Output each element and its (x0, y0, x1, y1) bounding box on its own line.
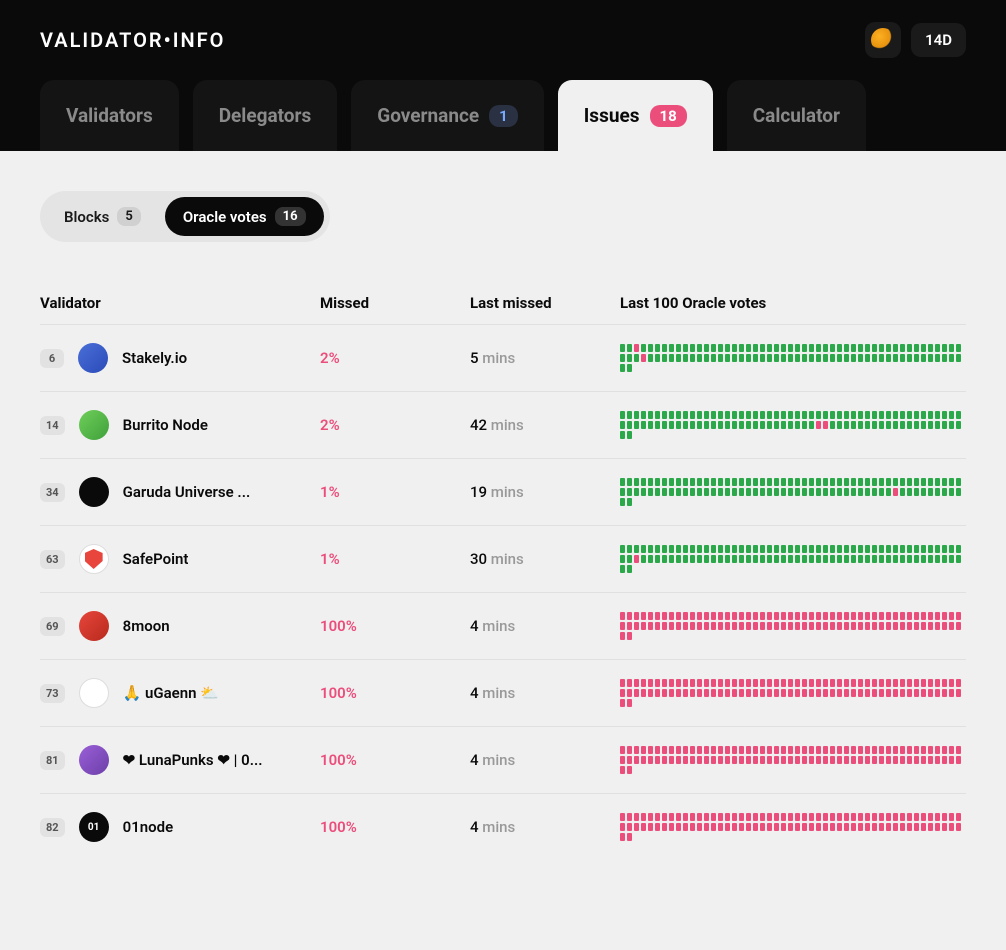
validator-name: Burrito Node (123, 416, 208, 434)
validator-cell: 82 01 01node (40, 812, 320, 842)
avatar (79, 544, 109, 574)
sub-tab-label: Blocks (64, 208, 109, 226)
table-header: Validator Missed Last missed Last 100 Or… (40, 282, 966, 324)
rank-badge: 63 (40, 550, 65, 569)
table-body: 6Stakely.io2%5 mins14Burrito Node2%42 mi… (40, 324, 966, 860)
validator-cell: 73 🙏 uGaenn ⛅ (40, 678, 320, 708)
rank-badge: 14 (40, 416, 65, 435)
validator-name: SafePoint (123, 550, 189, 568)
validator-cell: 63 SafePoint (40, 544, 320, 574)
validator-cell: 6 Stakely.io (40, 343, 320, 373)
tab-delegators[interactable]: Delegators (193, 80, 338, 151)
validator-cell: 14 Burrito Node (40, 410, 320, 440)
tab-issues[interactable]: Issues 18 (558, 80, 713, 151)
validator-cell: 34 Garuda Universe ... (40, 477, 320, 507)
rank-badge: 6 (40, 349, 64, 368)
last-missed-value: 4 mins (470, 818, 620, 836)
validator-name: ❤ LunaPunks ❤ | 0... (123, 751, 263, 769)
main-tabs: Validators Delegators Governance 1 Issues 18 C… (40, 80, 966, 151)
oracle-votes (620, 813, 966, 841)
table-row[interactable]: 6 Stakely.io 2%5 mins (40, 324, 966, 391)
col-votes: Last 100 Oracle votes (620, 294, 966, 312)
last-missed-value: 4 mins (470, 751, 620, 769)
tab-calculator[interactable]: Calculator (727, 80, 866, 151)
header: VALIDATOR•INFO 14D Validators Delegators G… (0, 0, 1006, 151)
validator-name: Garuda Universe ... (123, 483, 251, 501)
last-missed-value: 5 mins (470, 349, 620, 367)
validator-name: Stakely.io (122, 349, 187, 367)
rank-badge: 82 (40, 818, 65, 837)
table-row[interactable]: 34 Garuda Universe ... 1%19 mins (40, 458, 966, 525)
sub-tab-blocks[interactable]: Blocks 5 (46, 197, 159, 236)
sub-tab-oracle-votes[interactable]: Oracle votes 16 (165, 197, 324, 236)
missed-value: 100% (320, 684, 470, 702)
col-last-missed: Last missed (470, 294, 620, 312)
oracle-votes (620, 478, 966, 506)
tab-governance[interactable]: Governance 1 (351, 80, 544, 151)
avatar (78, 343, 108, 373)
oracle-votes (620, 679, 966, 707)
col-validator: Validator (40, 294, 320, 312)
avatar: 01 (79, 812, 109, 842)
validator-cell: 69 8moon (40, 611, 320, 641)
last-missed-value: 4 mins (470, 684, 620, 702)
last-missed-value: 4 mins (470, 617, 620, 635)
validator-name: 01node (123, 818, 174, 836)
top-right: 14D (865, 22, 966, 58)
last-missed-value: 30 mins (470, 550, 620, 568)
table-row[interactable]: 69 8moon 100%4 mins (40, 592, 966, 659)
tab-badge: 1 (489, 105, 518, 127)
tab-label: Calculator (753, 104, 840, 127)
table-row[interactable]: 63 SafePoint 1%30 mins (40, 525, 966, 592)
tab-label: Issues (584, 104, 640, 127)
rank-badge: 73 (40, 684, 65, 703)
oracle-votes (620, 411, 966, 439)
avatar (79, 745, 109, 775)
top-bar: VALIDATOR•INFO 14D (40, 0, 966, 80)
sub-tab-badge: 5 (117, 207, 140, 226)
oracle-votes (620, 746, 966, 774)
col-missed: Missed (320, 294, 470, 312)
validator-name: 🙏 uGaenn ⛅ (123, 684, 219, 702)
table-row[interactable]: 73 🙏 uGaenn ⛅ 100%4 mins (40, 659, 966, 726)
table-row[interactable]: 82 01 01node 100%4 mins (40, 793, 966, 860)
avatar (79, 477, 109, 507)
table-row[interactable]: 81 ❤ LunaPunks ❤ | 0... 100%4 mins (40, 726, 966, 793)
oracle-votes (620, 344, 966, 372)
avatar (79, 611, 109, 641)
logo[interactable]: VALIDATOR•INFO (40, 28, 225, 52)
rank-badge: 69 (40, 617, 65, 636)
tab-badge: 18 (650, 105, 687, 127)
sub-tab-badge: 16 (275, 207, 306, 226)
sub-tab-label: Oracle votes (183, 208, 267, 226)
network-icon[interactable] (865, 22, 901, 58)
content: Blocks 5 Oracle votes 16 Validator Missed L… (0, 151, 1006, 900)
missed-value: 100% (320, 751, 470, 769)
oracle-votes (620, 612, 966, 640)
time-range-badge[interactable]: 14D (911, 23, 966, 57)
oracle-votes (620, 545, 966, 573)
validator-name: 8moon (123, 617, 170, 635)
tab-validators[interactable]: Validators (40, 80, 179, 151)
table-row[interactable]: 14 Burrito Node 2%42 mins (40, 391, 966, 458)
rank-badge: 34 (40, 483, 65, 502)
tab-label: Delegators (219, 104, 312, 127)
avatar (79, 678, 109, 708)
avatar (79, 410, 109, 440)
missed-value: 100% (320, 818, 470, 836)
tab-label: Governance (377, 104, 479, 127)
validator-cell: 81 ❤ LunaPunks ❤ | 0... (40, 745, 320, 775)
tab-label: Validators (66, 104, 153, 127)
last-missed-value: 19 mins (470, 483, 620, 501)
last-missed-value: 42 mins (470, 416, 620, 434)
sub-tabs: Blocks 5 Oracle votes 16 (40, 191, 330, 242)
missed-value: 100% (320, 617, 470, 635)
rank-badge: 81 (40, 751, 65, 770)
missed-value: 2% (320, 416, 470, 434)
missed-value: 1% (320, 483, 470, 501)
missed-value: 2% (320, 349, 470, 367)
missed-value: 1% (320, 550, 470, 568)
